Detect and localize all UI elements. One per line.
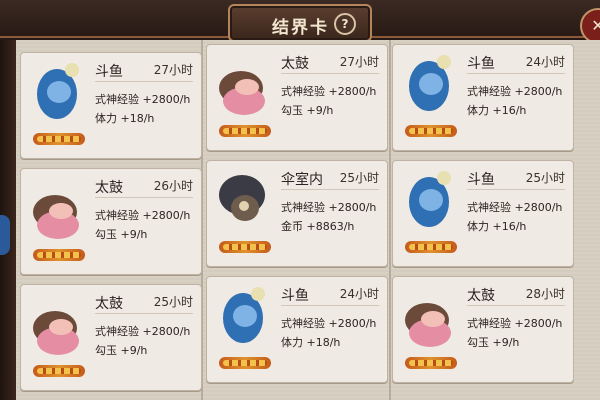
fish-icon xyxy=(399,53,461,139)
card-stat-extra: 勾玉 +9/h xyxy=(467,336,520,349)
card-list-panel[interactable]: 斗鱼 27小时 式神经验 +2800/h 体力 +18/h 太鼓 27小时 式神… xyxy=(16,40,600,400)
card-stat-extra: 体力 +16/h xyxy=(467,220,527,233)
card-separator xyxy=(95,197,193,198)
card-name: 斗鱼 xyxy=(281,288,309,304)
drum-icon xyxy=(27,177,89,263)
card-duration: 26小时 xyxy=(153,179,193,193)
card-name: 太鼓 xyxy=(467,288,495,304)
fish-icon xyxy=(27,61,89,147)
card-name: 太鼓 xyxy=(95,180,123,196)
card-separator xyxy=(467,305,565,306)
card-name: 太鼓 xyxy=(281,56,309,72)
card-separator xyxy=(281,189,379,190)
card-duration: 27小时 xyxy=(339,55,379,69)
card-4[interactable]: 太鼓 26小时 式神经验 +2800/h 勾玉 +9/h xyxy=(20,168,202,275)
card-name: 斗鱼 xyxy=(467,172,495,188)
card-stat-extra: 体力 +18/h xyxy=(281,336,341,349)
card-6[interactable]: 斗鱼 25小时 式神经验 +2800/h 体力 +16/h xyxy=(392,160,574,267)
drum-icon xyxy=(27,293,89,379)
card-7[interactable]: 太鼓 25小时 式神经验 +2800/h 勾玉 +9/h xyxy=(20,284,202,391)
card-3[interactable]: 斗鱼 24小时 式神经验 +2800/h 体力 +16/h xyxy=(392,44,574,151)
card-stat-exp: 式神经验 +2800/h xyxy=(95,209,191,222)
left-ornament xyxy=(0,215,10,255)
drum-icon xyxy=(213,53,275,139)
card-stat-exp: 式神经验 +2800/h xyxy=(281,201,377,214)
fish-icon xyxy=(213,285,275,371)
column-divider xyxy=(389,40,391,400)
card-8[interactable]: 斗鱼 24小时 式神经验 +2800/h 体力 +18/h xyxy=(206,276,388,383)
page-title: 结界卡 xyxy=(272,18,329,38)
card-duration: 25小时 xyxy=(153,295,193,309)
fish-icon xyxy=(399,169,461,255)
card-stat-extra: 勾玉 +9/h xyxy=(95,228,148,241)
card-1[interactable]: 斗鱼 27小时 式神经验 +2800/h 体力 +18/h xyxy=(20,52,202,159)
card-separator xyxy=(281,305,379,306)
card-name: 斗鱼 xyxy=(95,64,123,80)
card-stat-exp: 式神经验 +2800/h xyxy=(467,201,563,214)
card-duration: 25小时 xyxy=(525,171,565,185)
top-bar: 结界卡 ? ✕ xyxy=(0,0,600,44)
card-stat-exp: 式神经验 +2800/h xyxy=(467,85,563,98)
card-5[interactable]: 伞室内 25小时 式神经验 +2800/h 金币 +8863/h xyxy=(206,160,388,267)
card-separator xyxy=(467,189,565,190)
card-separator xyxy=(95,81,193,82)
card-stat-extra: 体力 +18/h xyxy=(95,112,155,125)
card-stat-exp: 式神经验 +2800/h xyxy=(95,325,191,338)
card-duration: 28小时 xyxy=(525,287,565,301)
close-icon[interactable]: ✕ xyxy=(580,8,600,44)
help-icon[interactable]: ? xyxy=(334,13,356,35)
card-stat-extra: 金币 +8863/h xyxy=(281,220,355,233)
card-separator xyxy=(281,73,379,74)
card-duration: 24小时 xyxy=(525,55,565,69)
card-separator xyxy=(95,313,193,314)
drum-icon xyxy=(399,285,461,371)
card-duration: 25小时 xyxy=(339,171,379,185)
card-duration: 27小时 xyxy=(153,63,193,77)
card-name: 斗鱼 xyxy=(467,56,495,72)
card-stat-exp: 式神经验 +2800/h xyxy=(281,317,377,330)
card-9[interactable]: 太鼓 28小时 式神经验 +2800/h 勾玉 +9/h xyxy=(392,276,574,383)
card-name: 太鼓 xyxy=(95,296,123,312)
card-stat-extra: 体力 +16/h xyxy=(467,104,527,117)
card-name: 伞室内 xyxy=(281,172,323,188)
umbrella-room-icon xyxy=(213,169,275,255)
left-frame xyxy=(0,40,16,400)
card-stat-extra: 勾玉 +9/h xyxy=(95,344,148,357)
card-stat-exp: 式神经验 +2800/h xyxy=(467,317,563,330)
card-stat-extra: 勾玉 +9/h xyxy=(281,104,334,117)
card-duration: 24小时 xyxy=(339,287,379,301)
card-separator xyxy=(467,73,565,74)
title-plate: 结界卡 ? xyxy=(228,4,372,42)
card-2[interactable]: 太鼓 27小时 式神经验 +2800/h 勾玉 +9/h xyxy=(206,44,388,151)
card-stat-exp: 式神经验 +2800/h xyxy=(95,93,191,106)
card-stat-exp: 式神经验 +2800/h xyxy=(281,85,377,98)
